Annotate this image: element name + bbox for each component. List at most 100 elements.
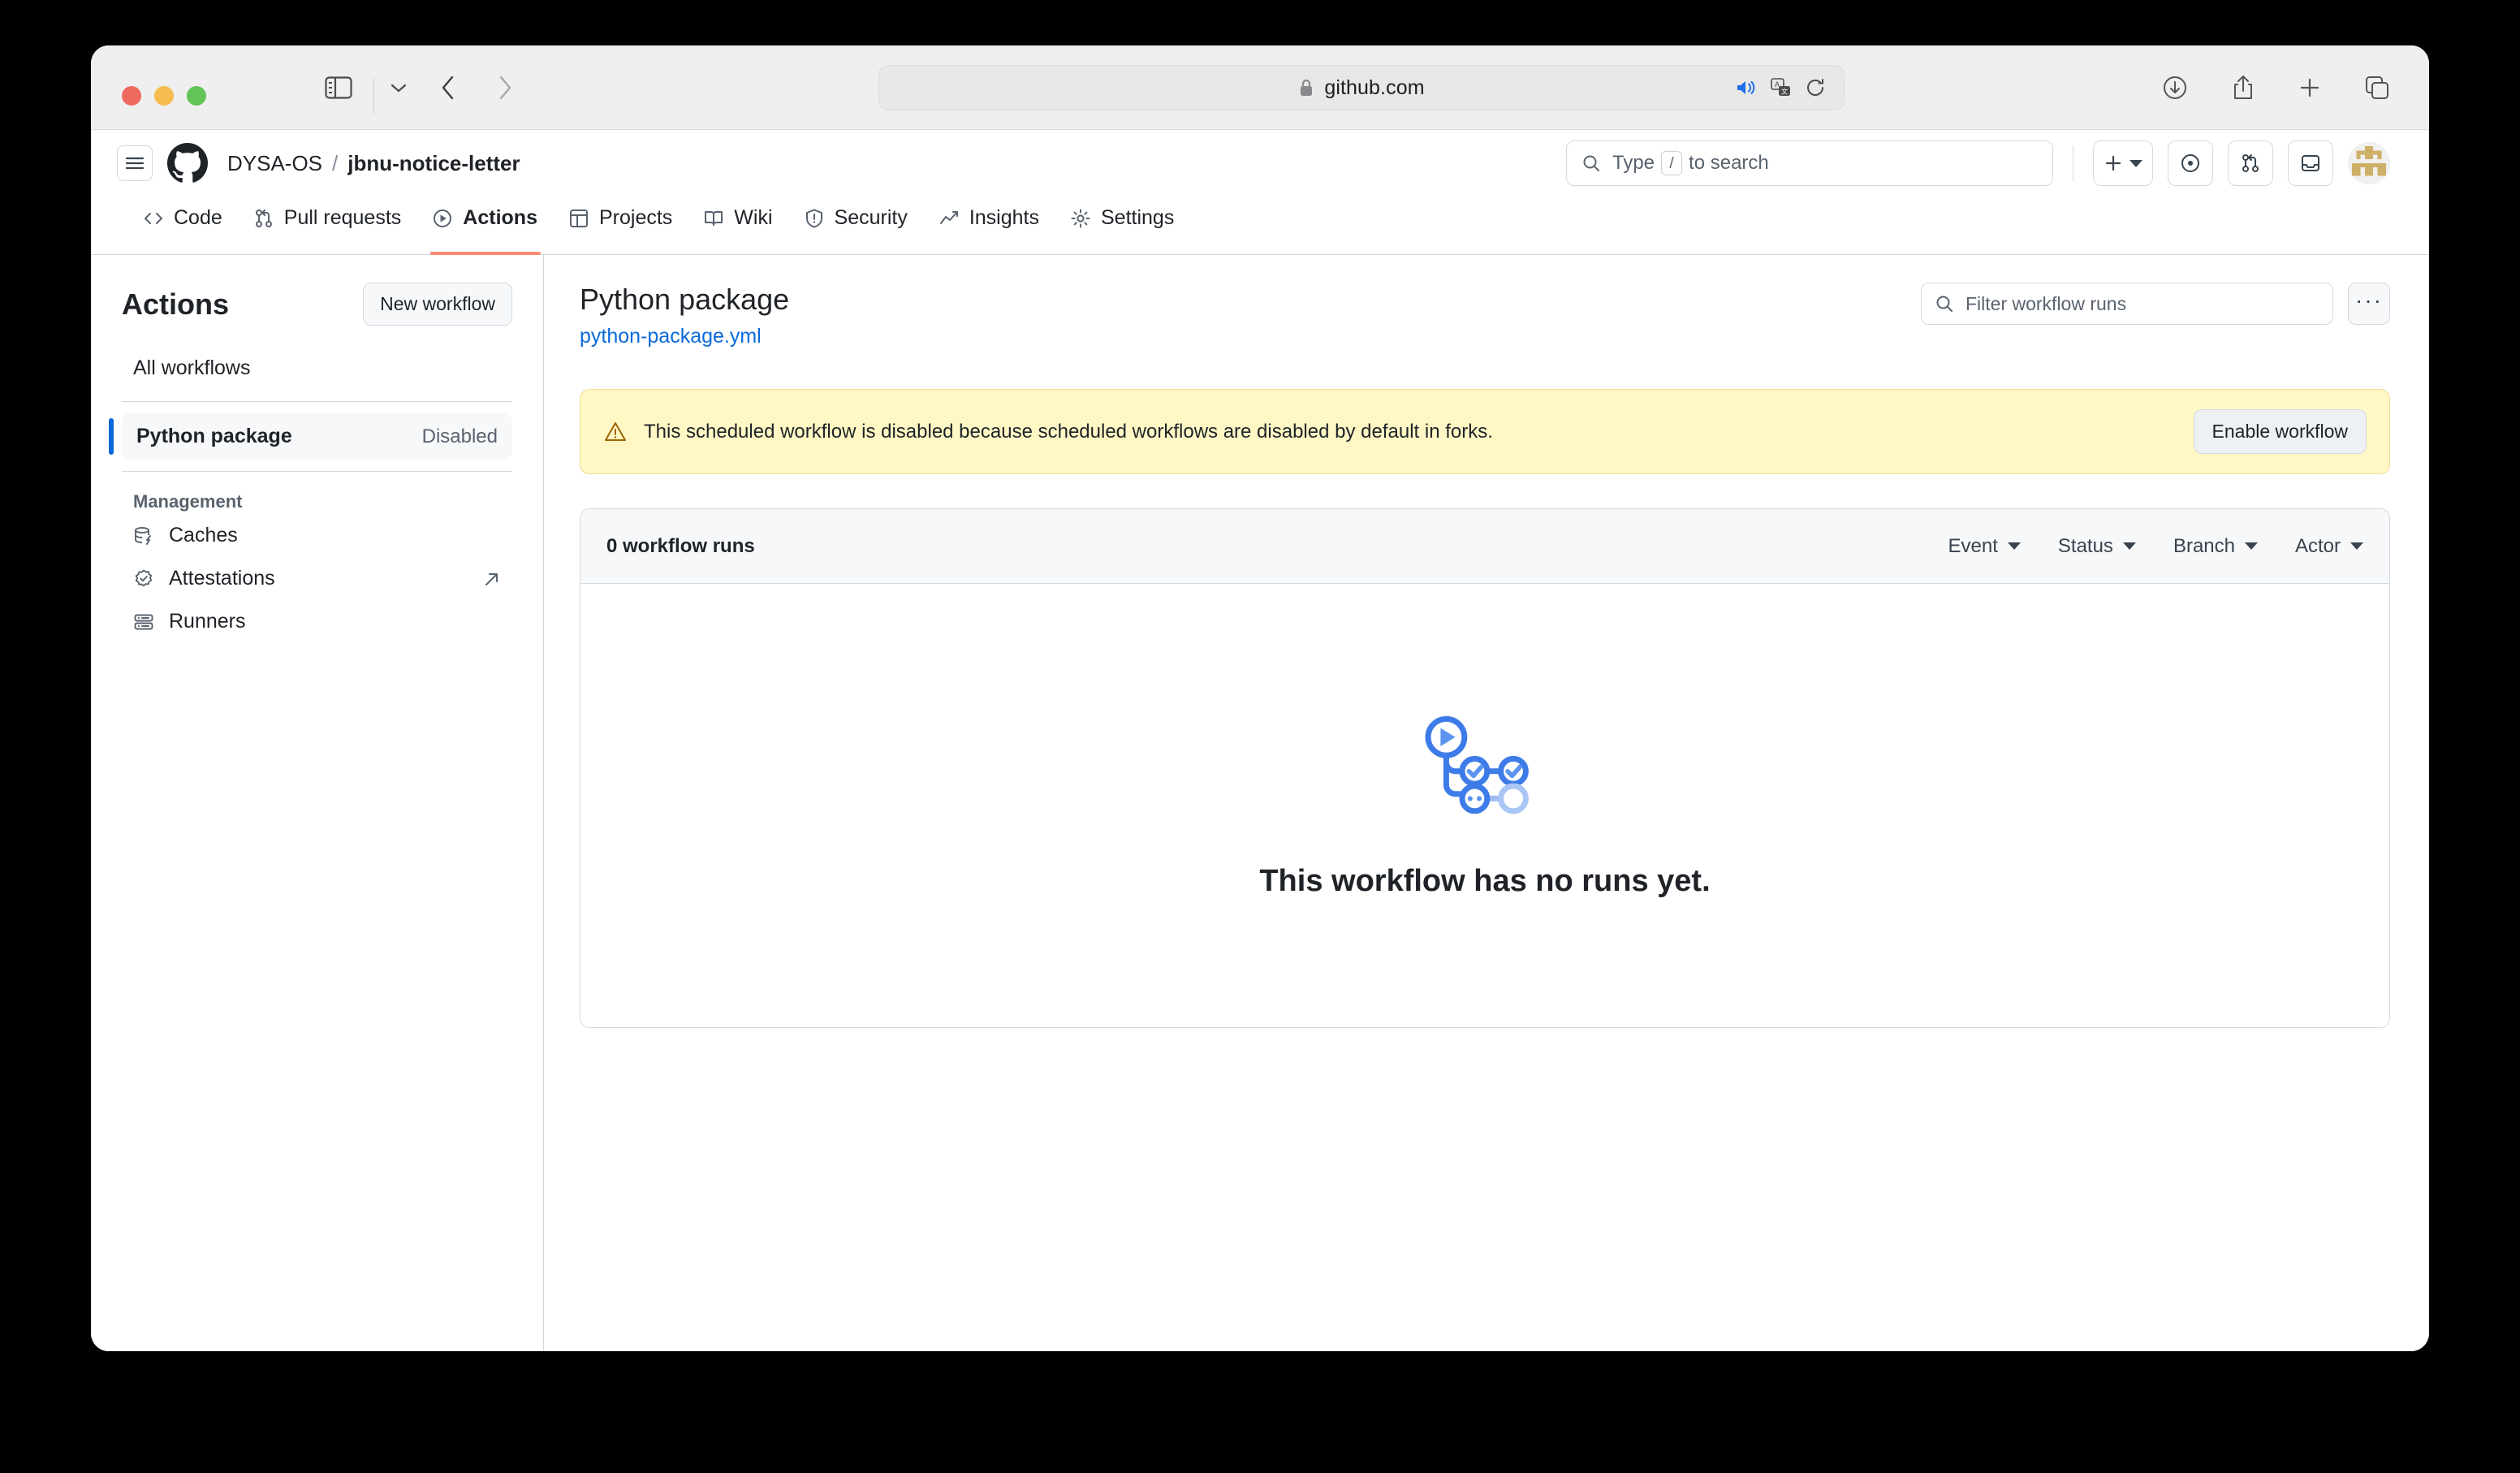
enable-workflow-button[interactable]: Enable workflow [2193,409,2367,454]
browser-toolbar: github.com A 文 [91,45,2429,130]
close-window-button[interactable] [122,86,141,106]
workflow-title: Python package [580,283,790,316]
chevron-down-icon[interactable] [390,82,408,93]
breadcrumb-owner[interactable]: DYSA-OS [227,151,322,176]
sidebar-item-runners[interactable]: Runners [122,600,512,643]
issues-button[interactable] [2168,140,2213,186]
workflow-runs-header: 0 workflow runs Event Status Branch Acto… [580,509,2389,584]
actions-sidebar: Actions New workflow All workflows Pytho… [91,255,544,1351]
code-icon [143,208,164,229]
address-bar[interactable]: github.com A 文 [878,65,1845,110]
tab-label: Code [174,206,222,229]
workflow-file-link[interactable]: python-package.yml [580,325,762,348]
filter-workflow-runs-input[interactable]: Filter workflow runs [1921,283,2333,325]
table-icon [568,208,589,229]
filter-branch[interactable]: Branch [2173,535,2258,558]
tab-projects[interactable]: Projects [554,197,688,254]
avatar[interactable] [2348,142,2390,184]
issue-opened-icon [2181,154,2199,172]
chevron-left-icon[interactable] [440,75,456,101]
sidebar-item-label: Attestations [169,567,275,590]
create-new-button[interactable] [2093,140,2153,186]
verified-badge-icon [133,568,154,590]
filter-label: Branch [2173,534,2235,557]
chevron-down-icon [2122,542,2136,550]
pull-requests-button[interactable] [2228,140,2273,186]
minimize-window-button[interactable] [154,86,174,106]
tab-label: Security [834,206,908,229]
workflow-runs-count: 0 workflow runs [606,534,755,557]
filter-actor[interactable]: Actor [2295,535,2363,558]
header-actions: Type / to search [1566,140,2390,186]
workflow-runs-empty-state: This workflow has no runs yet. [580,584,2389,1027]
chevron-down-icon [2129,159,2142,167]
status-badge: Disabled [421,425,498,447]
sidebar-item-caches[interactable]: Caches [122,514,512,557]
tab-settings[interactable]: Settings [1055,197,1190,254]
sidebar-item-attestations[interactable]: Attestations [122,557,512,600]
tab-pull-requests[interactable]: Pull requests [239,197,418,254]
tab-label: Settings [1101,206,1175,229]
tab-label: Wiki [734,206,773,229]
main-content: Python package python-package.yml Filter… [544,255,2429,1351]
sidebar-divider [122,401,512,402]
repo-nav: Code Pull requests Actions Projects Wiki [91,197,2429,255]
sidebar-icon[interactable] [325,76,352,99]
sidebar-section-management: Management [133,491,243,512]
database-cache-icon [133,525,154,546]
breadcrumb-separator: / [332,150,339,175]
svg-text:A: A [1775,80,1780,89]
breadcrumb: DYSA-OS / jbnu-notice-letter [227,151,520,176]
svg-text:文: 文 [1781,88,1788,96]
empty-state-title: This workflow has no runs yet. [1259,864,1711,898]
toolbar-divider [373,78,374,114]
page-body: Actions New workflow All workflows Pytho… [91,255,2429,1351]
actions-workflow-graph-illustration [1416,712,1554,830]
workflow-title-block: Python package python-package.yml [580,283,789,348]
plus-icon[interactable] [2298,76,2322,100]
translate-icon[interactable]: A 文 [1771,77,1792,98]
download-icon[interactable] [2161,74,2189,102]
tab-label: Insights [969,206,1039,229]
inbox-button[interactable] [2288,140,2333,186]
sidebar-item-all-workflows[interactable]: All workflows [122,347,512,390]
url-text: github.com [1324,76,1425,99]
tab-label: Pull requests [283,206,402,229]
git-pull-request-icon [253,208,274,229]
workflow-runs-filters: Event Status Branch Actor [1948,535,2363,558]
browser-window: github.com A 文 DYSA-OS / jbnu-notice-let… [91,45,2429,1351]
reload-icon[interactable] [1805,77,1826,98]
tab-code[interactable]: Code [128,197,239,254]
tab-security[interactable]: Security [789,197,924,254]
window-controls [122,86,206,106]
search-placeholder: Type / to search [1612,151,1769,175]
filter-label: Actor [2294,534,2341,557]
alert-triangle-icon [603,420,628,444]
github-logo-icon[interactable] [167,143,208,184]
chevron-down-icon [2350,542,2363,550]
new-workflow-button[interactable]: New workflow [363,283,512,326]
chevron-down-icon [2007,542,2021,550]
share-icon[interactable] [2231,74,2255,102]
filter-event[interactable]: Event [1948,535,2021,558]
hamburger-icon[interactable] [117,145,153,181]
tab-actions[interactable]: Actions [417,197,554,255]
more-options-button[interactable]: ··· [2348,283,2390,325]
filter-status[interactable]: Status [2058,535,2136,558]
search-input[interactable]: Type / to search [1566,140,2053,186]
tab-wiki[interactable]: Wiki [688,197,788,254]
filter-label: Status [2057,534,2113,557]
sidebar-item-python-package[interactable]: Python package Disabled [109,413,512,460]
server-icon [133,611,154,633]
workflow-runs-panel: 0 workflow runs Event Status Branch Acto… [580,508,2390,1028]
workflow-name: Python package [136,425,292,447]
chevron-right-icon[interactable] [497,75,513,101]
tab-overview-icon[interactable] [2364,75,2390,101]
sidebar-header: Actions New workflow [122,283,512,326]
breadcrumb-repo[interactable]: jbnu-notice-letter [347,151,520,176]
sidebar-item-label: Runners [169,610,246,633]
play-circle-icon [432,208,453,229]
maximize-window-button[interactable] [187,86,206,106]
tab-insights[interactable]: Insights [924,197,1055,254]
speaker-icon[interactable] [1735,78,1758,97]
